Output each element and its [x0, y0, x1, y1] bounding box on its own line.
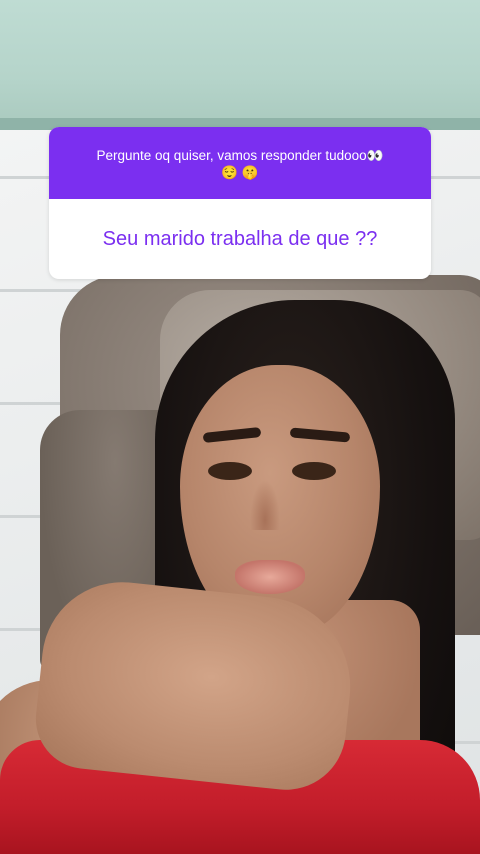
question-text: Seu marido trabalha de que ?? — [102, 227, 378, 250]
question-sticker-body: Seu marido trabalha de que ?? — [49, 199, 431, 279]
question-sticker[interactable]: Pergunte oq quiser, vamos responder tudo… — [49, 127, 431, 279]
left-eye — [208, 462, 252, 480]
wall — [0, 0, 480, 130]
question-prompt-emojis: 😌 🤫 — [221, 165, 259, 180]
question-sticker-header: Pergunte oq quiser, vamos responder tudo… — [49, 127, 431, 199]
lips — [235, 560, 305, 594]
nose — [250, 480, 280, 530]
question-prompt: Pergunte oq quiser, vamos responder tudo… — [96, 148, 384, 163]
right-eye — [292, 462, 336, 480]
